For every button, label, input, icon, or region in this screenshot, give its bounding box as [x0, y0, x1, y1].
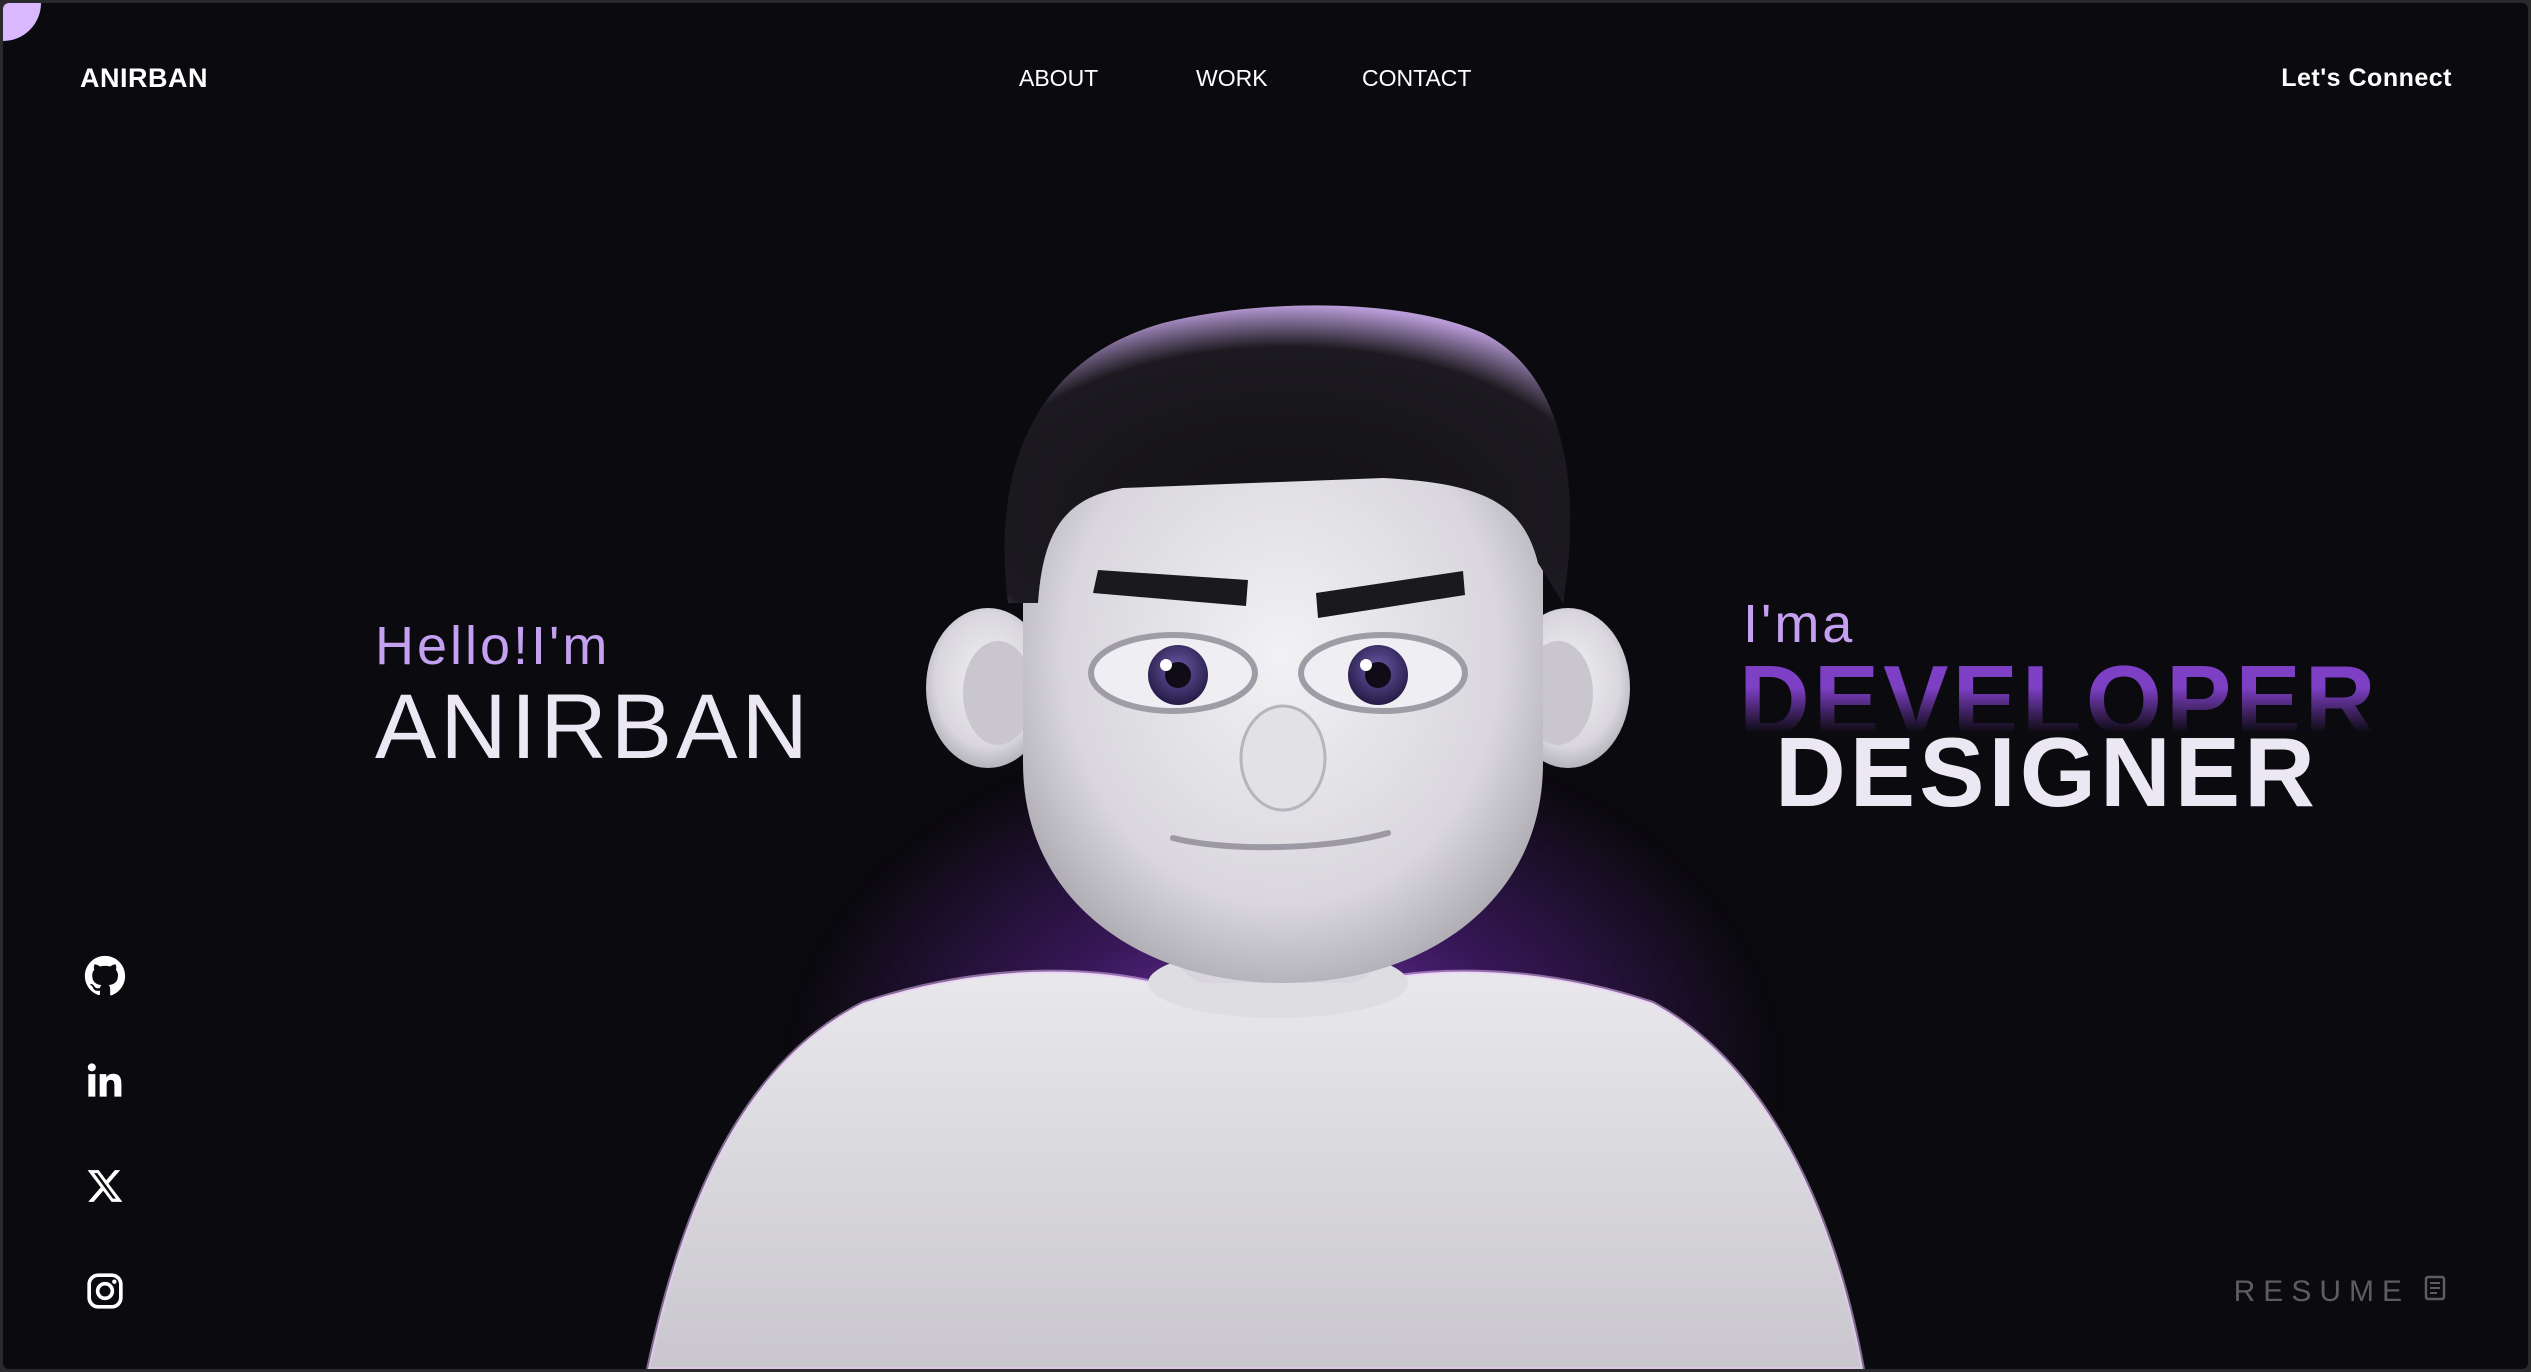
- hero-greeting: Hello!I'm: [375, 616, 611, 676]
- nav-link-contact[interactable]: CONTACT: [1362, 65, 1471, 92]
- nav-link-work[interactable]: WORK: [1196, 65, 1268, 92]
- hero-name: ANIRBAN: [375, 676, 812, 778]
- resume-button[interactable]: RESUME: [2234, 1275, 2446, 1309]
- document-icon: [2424, 1275, 2446, 1309]
- nav-link-about[interactable]: ABOUT: [1019, 65, 1098, 92]
- avatar-nose: [1239, 704, 1327, 812]
- page: ANIRBAN ABOUT WORK CONTACT Let's Connect: [3, 3, 2528, 1369]
- site-logo[interactable]: ANIRBAN: [80, 63, 208, 94]
- avatar-torso: [645, 969, 1866, 1369]
- avatar-3d-character[interactable]: [603, 303, 1903, 1369]
- role-secondary: DESIGNER: [1775, 717, 2319, 827]
- resume-label: RESUME: [2233, 1275, 2410, 1308]
- github-icon[interactable]: [79, 950, 131, 1002]
- instagram-icon[interactable]: [79, 1265, 131, 1317]
- linkedin-icon[interactable]: [79, 1054, 131, 1106]
- hero-intro: I'ma: [1743, 594, 1856, 654]
- corner-decoration: [3, 3, 41, 41]
- lets-connect-button[interactable]: Let's Connect: [2281, 64, 2452, 93]
- x-twitter-icon[interactable]: [79, 1160, 131, 1212]
